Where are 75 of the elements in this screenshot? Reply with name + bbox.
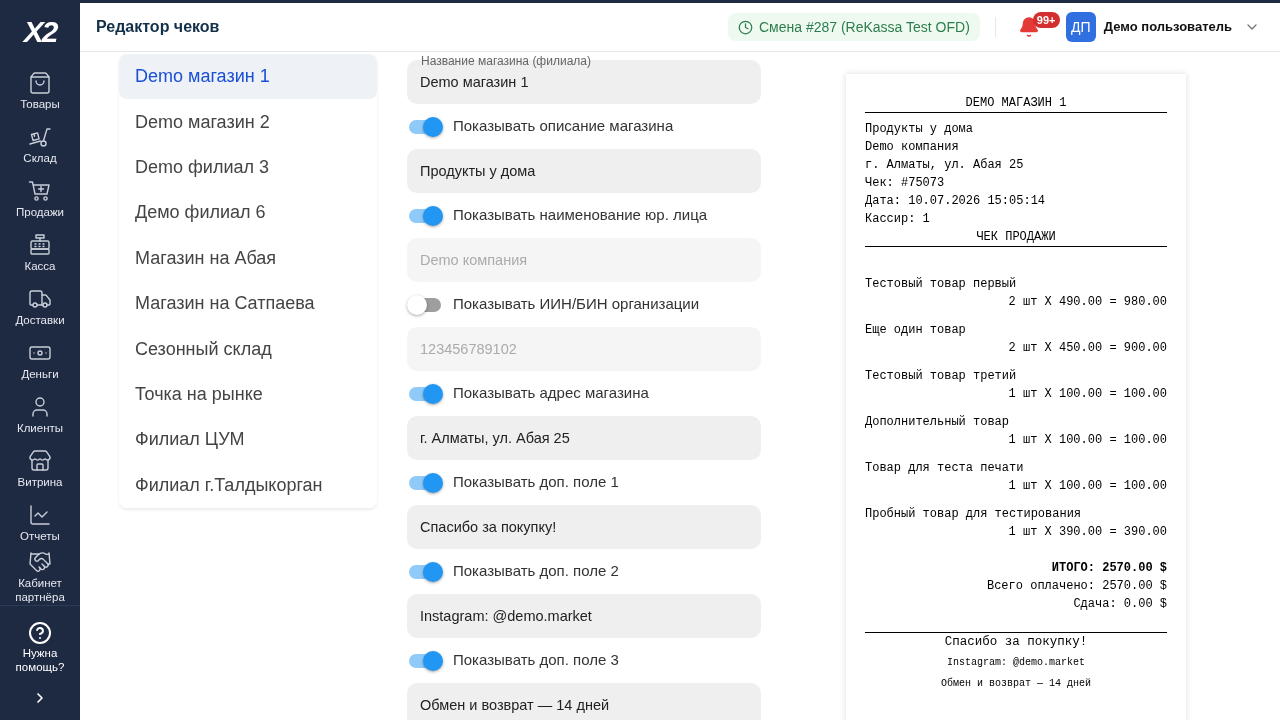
sidebar-item[interactable]: Отчеты — [0, 496, 80, 550]
handshake-icon — [28, 550, 52, 574]
input-field[interactable]: г. Алматы, ул. Абая 25 — [407, 416, 761, 460]
cash-register-icon — [28, 233, 52, 257]
toggle-switch[interactable] — [407, 650, 443, 671]
receipt-item-amount: 1 шт X 390.00 = 390.00 — [1008, 524, 1167, 541]
bag-icon — [28, 71, 52, 95]
sidebar-item[interactable]: Клиенты — [0, 388, 80, 442]
receipt-thanks: Спасибо за покупку! — [944, 634, 1088, 651]
receipt-payment: Сдача: 0.00 $ — [1073, 596, 1167, 613]
input-field[interactable]: Обмен и возврат — 14 дней — [407, 683, 761, 720]
receipt-type: ЧЕК ПРОДАЖИ — [975, 229, 1057, 246]
receipt-item-name: Еще один товар — [865, 322, 966, 339]
cart-icon — [28, 179, 52, 203]
page-title: Редактор чеков — [96, 17, 220, 37]
receipt-line: Demo компания — [865, 139, 959, 156]
toggle-switch[interactable] — [407, 116, 443, 137]
shift-badge[interactable]: Смена #287 (ReKassa Test OFD) — [727, 13, 980, 41]
sidebar-item[interactable]: Витрина — [0, 442, 80, 496]
help-icon — [28, 621, 52, 645]
input-field[interactable]: Instagram: @demo.market — [407, 594, 761, 638]
sidebar-item[interactable]: Продажи — [0, 172, 80, 226]
truck-icon — [28, 287, 52, 311]
sidebar-item[interactable]: Касса — [0, 226, 80, 280]
help-button[interactable]: Нужна помощь? — [0, 621, 80, 674]
receipt-line: г. Алматы, ул. Абая 25 — [865, 157, 1024, 174]
receipt-item-amount: 1 шт X 100.00 = 100.00 — [1008, 386, 1167, 403]
input-field[interactable]: Demo компания — [407, 238, 761, 282]
toggle-switch[interactable] — [407, 561, 443, 582]
sidebar-item[interactable]: Склад — [0, 118, 80, 172]
storefront-icon — [28, 449, 52, 473]
toggle-switch[interactable] — [407, 383, 443, 404]
receipt-total: ИТОГО: 2570.00 $ — [1051, 560, 1167, 577]
receipt-line: Продукты у дома — [865, 121, 974, 138]
receipt-item-amount: 2 шт X 450.00 = 900.00 — [1008, 340, 1167, 357]
receipt-item-name: Тестовый товар первый — [865, 276, 1017, 293]
chart-icon — [28, 503, 52, 527]
receipt-item-name: Товар для теста печати — [865, 460, 1024, 477]
avatar[interactable]: ДП — [1065, 12, 1096, 42]
toggle-label: Показывать доп. поле 1 — [453, 472, 619, 493]
receipt-note: Instagram: @demo.market — [947, 656, 1085, 670]
logo[interactable]: X2 — [23, 17, 57, 47]
receipt-item-amount: 1 шт X 100.00 = 100.00 — [1008, 478, 1167, 495]
receipt-item-amount: 1 шт X 100.00 = 100.00 — [1008, 432, 1167, 449]
receipt-line: Кассир: 1 — [865, 211, 930, 228]
user-name[interactable]: Демо пользователь — [1103, 17, 1232, 37]
input-field[interactable]: Спасибо за покупку! — [407, 505, 761, 549]
dolly-icon — [28, 125, 52, 149]
sidebar-item[interactable]: Деньги — [0, 334, 80, 388]
toggle-switch[interactable] — [407, 205, 443, 226]
notification-badge: 99+ — [1032, 12, 1060, 28]
receipt-item-amount: 2 шт X 490.00 = 980.00 — [1008, 294, 1167, 311]
receipt-item-name: Тестовый товар третий — [865, 368, 1017, 385]
toggle-label: Показывать наименование юр. лица — [453, 205, 708, 226]
sidebar-item[interactable]: Доставки — [0, 280, 80, 334]
sidebar-item[interactable]: Кабинет партнёра — [0, 550, 80, 604]
toggle-label: Показывать описание магазина — [453, 116, 674, 137]
receipt-payment: Всего оплачено: 2570.00 $ — [986, 578, 1167, 595]
store-list-item[interactable]: Demo магазин 1 — [119, 54, 377, 100]
receipt-line: Чек: #75073 — [865, 175, 945, 192]
toggle-label: Показывать доп. поле 3 — [453, 650, 619, 671]
toggle-switch[interactable] — [407, 472, 443, 493]
toggle-label: Показывать ИИН/БИН организации — [453, 294, 700, 315]
input-field[interactable]: 123456789102 — [407, 327, 761, 371]
receipt-item-name: Дополнительный товар — [865, 414, 1010, 431]
input-field[interactable]: Продукты у дома — [407, 149, 761, 193]
receipt-item-name: Пробный товар для тестирования — [865, 506, 1082, 523]
toggle-label: Показывать доп. поле 2 — [453, 561, 619, 582]
receipt-title: DEMO МАГАЗИН 1 — [964, 95, 1068, 112]
clock-icon — [737, 19, 753, 35]
sidebar-item[interactable]: Товары — [0, 64, 80, 118]
receipt-line: Дата: 10.07.2026 15:05:14 — [865, 193, 1046, 210]
toggle-switch[interactable] — [407, 294, 443, 315]
receipt-note: Обмен и возврат — 14 дней — [941, 676, 1091, 691]
toggle-label: Показывать адрес магазина — [453, 383, 649, 404]
